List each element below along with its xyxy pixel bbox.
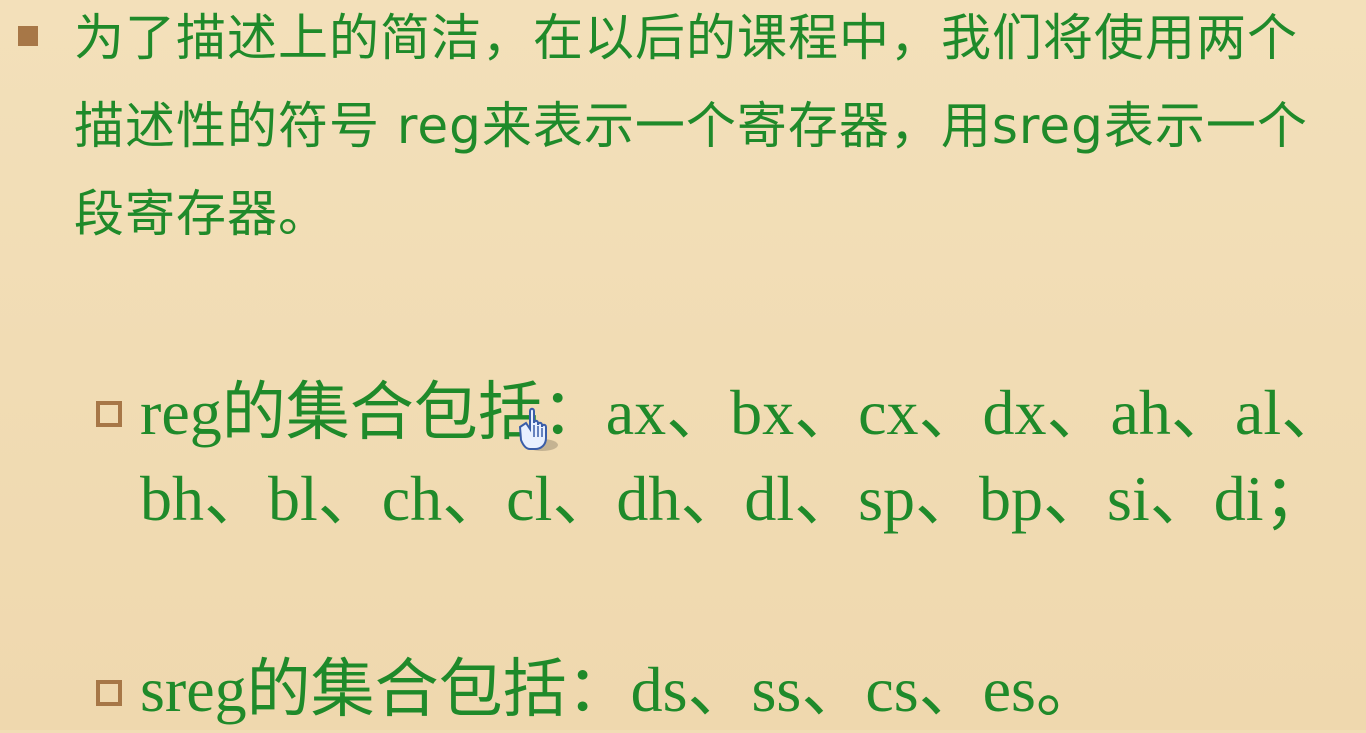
reg-set-text: reg的集合包括：ax、bx、cx、dx、ah、al、bh、bl、ch、cl、d…	[140, 377, 1346, 534]
sub-bullet-square-2	[96, 680, 122, 706]
hand-pointer-icon	[512, 405, 568, 455]
main-bullet-square	[18, 26, 38, 46]
slide: 为了描述上的简洁，在以后的课程中，我们将使用两个描述性的符号 reg来表示一个寄…	[0, 0, 1366, 730]
sub-bullet-square-1	[96, 401, 122, 427]
main-paragraph: 为了描述上的简洁，在以后的课程中，我们将使用两个描述性的符号 reg来表示一个寄…	[74, 9, 1308, 243]
sreg-set-text: sreg的集合包括：ds、ss、cs、es。	[140, 654, 1100, 725]
